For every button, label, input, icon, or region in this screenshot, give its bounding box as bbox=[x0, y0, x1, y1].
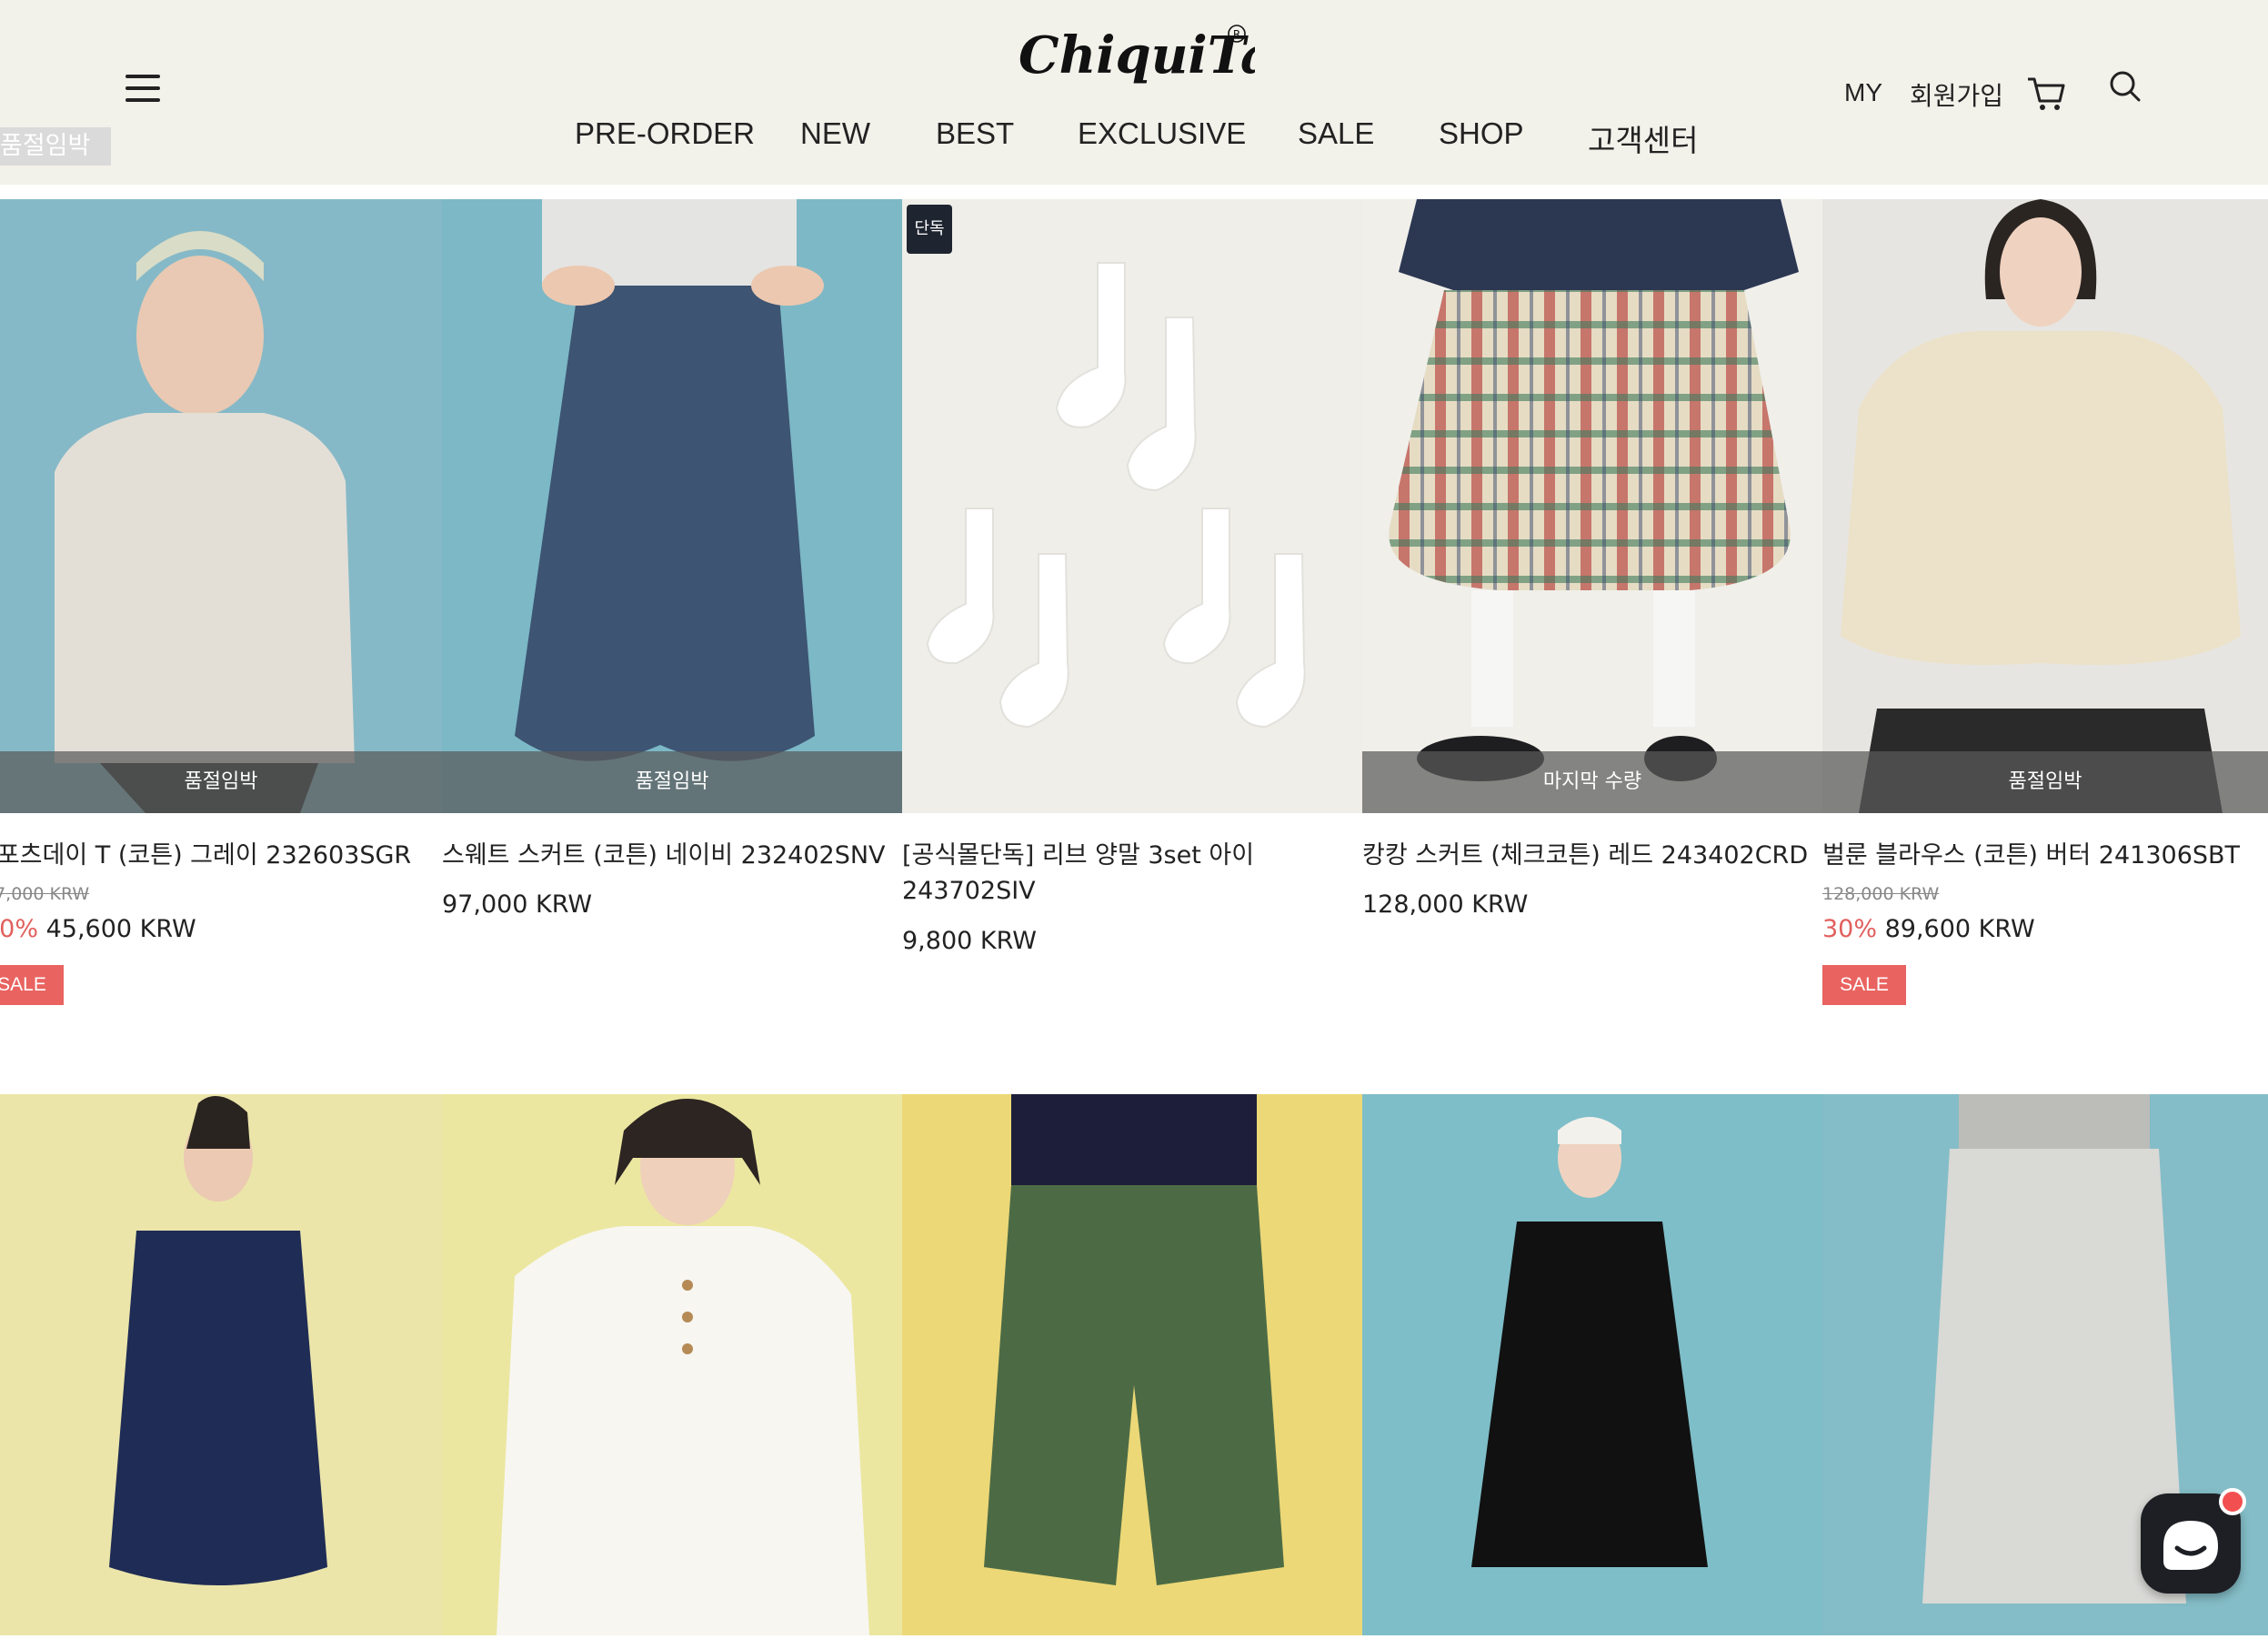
notification-dot bbox=[2219, 1488, 2246, 1515]
nav-exclusive[interactable]: EXCLUSIVE bbox=[1078, 116, 1246, 151]
product-name[interactable]: [공식몰단독] 리브 양말 3set 아이 bbox=[902, 838, 1254, 874]
menu-icon[interactable] bbox=[125, 75, 160, 102]
product-image[interactable]: 품절임박 bbox=[1822, 199, 2268, 813]
cart-icon[interactable] bbox=[2026, 75, 2066, 113]
product-row-1: 품절임박 스포츠데이 T (코튼) 그레이 232603SGR 57,000 K… bbox=[0, 199, 2268, 1018]
original-price: 57,000 KRW bbox=[0, 884, 90, 904]
brand-logo[interactable]: ChiquiTa R bbox=[1019, 16, 1255, 98]
product-image[interactable]: 품절임박 bbox=[442, 199, 902, 813]
exclusive-badge: 단독 bbox=[907, 205, 952, 254]
product-price: 128,000 KRW bbox=[1362, 890, 1529, 919]
floating-status-tag: 품절임박 bbox=[0, 127, 111, 166]
signup-link[interactable]: 회원가입 bbox=[1910, 76, 2003, 113]
svg-text:R: R bbox=[1233, 28, 1240, 41]
product-image[interactable]: 단독 bbox=[902, 199, 1362, 813]
stock-ribbon: 품절임박 bbox=[0, 751, 442, 813]
original-price: 128,000 KRW bbox=[1822, 884, 1940, 904]
svg-text:ChiquiTa: ChiquiTa bbox=[1019, 25, 1255, 85]
stock-ribbon: 마지막 수량 bbox=[1362, 751, 1822, 813]
product-price: 9,800 KRW bbox=[902, 927, 1037, 955]
nav-customer-center[interactable]: 고객센터 bbox=[1588, 116, 1698, 160]
discount-rate: 20% bbox=[0, 915, 39, 943]
chat-button[interactable] bbox=[2141, 1488, 2246, 1594]
product-card[interactable] bbox=[1362, 1094, 1822, 1635]
product-row-2 bbox=[0, 1094, 2268, 1635]
search-icon[interactable] bbox=[2108, 69, 2143, 106]
product-name-line2[interactable]: 243702SIV bbox=[902, 873, 1036, 910]
product-name[interactable]: 캉캉 스커트 (체크코튼) 레드 243402CRD bbox=[1362, 838, 1808, 874]
product-image[interactable]: 품절임박 bbox=[0, 199, 442, 813]
nav-best[interactable]: BEST bbox=[936, 116, 1014, 151]
sale-badge: SALE bbox=[1822, 965, 1906, 1005]
product-image[interactable] bbox=[0, 1094, 442, 1635]
nav-new[interactable]: NEW bbox=[800, 116, 870, 151]
product-image[interactable] bbox=[1362, 1094, 1822, 1635]
product-price: 20% 45,600 KRW bbox=[0, 915, 196, 943]
product-card[interactable] bbox=[442, 1094, 902, 1635]
discount-rate: 30% bbox=[1822, 915, 1878, 943]
product-image[interactable] bbox=[442, 1094, 902, 1635]
product-name[interactable]: 스웨트 스커트 (코튼) 네이비 232402SNV bbox=[442, 838, 886, 874]
nav-shop[interactable]: SHOP bbox=[1439, 116, 1524, 151]
product-name[interactable]: 스포츠데이 T (코튼) 그레이 232603SGR bbox=[0, 838, 411, 874]
main-nav: PRE-ORDER NEW BEST EXCLUSIVE SALE SHOP 고… bbox=[0, 116, 2268, 162]
product-image[interactable] bbox=[902, 1094, 1362, 1635]
stock-ribbon: 품절임박 bbox=[442, 751, 902, 813]
product-name[interactable]: 벌룬 블라우스 (코튼) 버터 241306SBT bbox=[1822, 838, 2240, 874]
product-price: 97,000 KRW bbox=[442, 890, 593, 919]
product-image[interactable]: 마지막 수량 bbox=[1362, 199, 1822, 813]
product-card[interactable] bbox=[902, 1094, 1362, 1635]
nav-pre-order[interactable]: PRE-ORDER bbox=[575, 116, 755, 151]
product-card[interactable] bbox=[0, 1094, 442, 1635]
sale-badge: SALE bbox=[0, 965, 64, 1005]
nav-sale[interactable]: SALE bbox=[1298, 116, 1374, 151]
stock-ribbon: 품절임박 bbox=[1822, 751, 2268, 813]
my-link[interactable]: MY bbox=[1844, 78, 1882, 107]
product-price: 30% 89,600 KRW bbox=[1822, 915, 2035, 943]
site-header: ChiquiTa R PRE-ORDER NEW BEST EXCLUSIVE … bbox=[0, 0, 2268, 185]
